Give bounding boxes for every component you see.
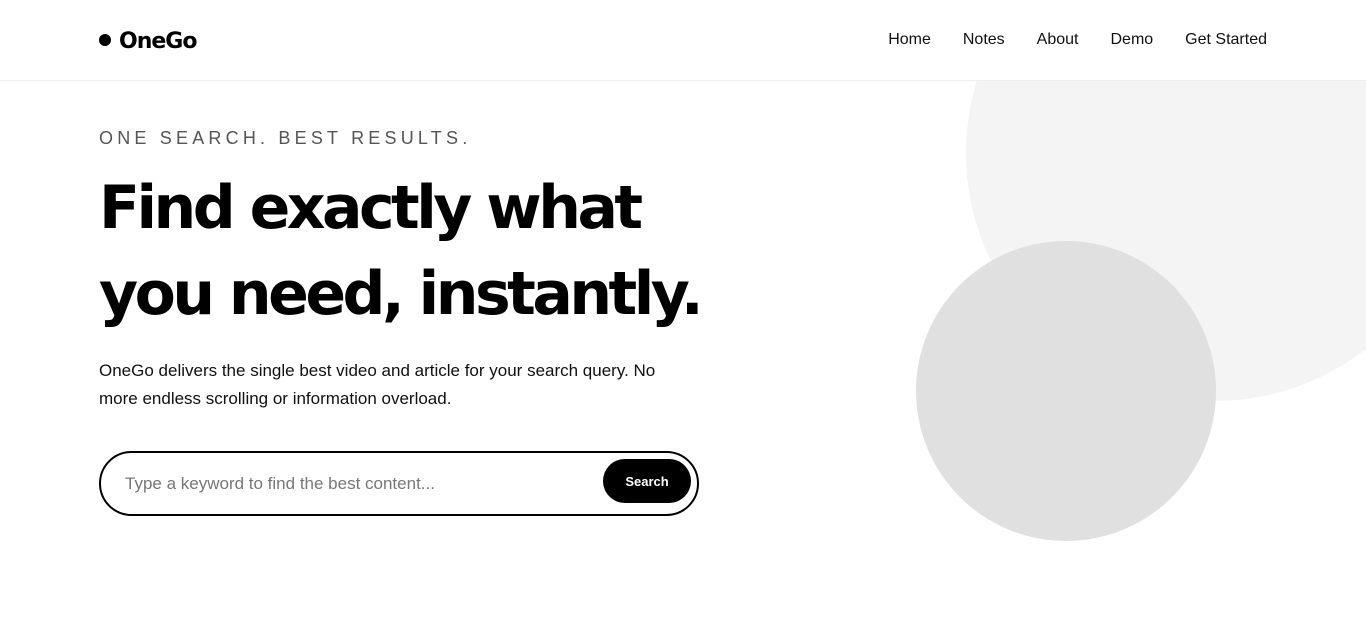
hero-headline: Find exactly what you need, instantly. <box>99 165 719 337</box>
nav-link-notes[interactable]: Notes <box>963 31 1005 49</box>
nav-link-demo[interactable]: Demo <box>1110 31 1153 49</box>
decorative-circle-small <box>916 241 1216 541</box>
logo-link[interactable]: OneGo <box>99 29 197 54</box>
hero-headline-line1: Find exactly what <box>99 173 643 243</box>
search-form: Search <box>99 451 699 516</box>
logo-dot-icon <box>99 34 111 46</box>
hero-section: ONE SEARCH. BEST RESULTS. Find exactly w… <box>99 128 719 413</box>
nav-link-about[interactable]: About <box>1037 31 1079 49</box>
hero-description: OneGo delivers the single best video and… <box>99 361 656 408</box>
page: OneGo Home Notes About Demo Get Started … <box>0 0 1366 641</box>
search-button[interactable]: Search <box>603 459 691 503</box>
hero-headline-line2: you need, instantly. <box>99 259 704 329</box>
logo-text: OneGo <box>119 29 197 54</box>
nav-link-get-started[interactable]: Get Started <box>1185 31 1267 49</box>
hero-tagline: ONE SEARCH. BEST RESULTS. <box>99 128 472 148</box>
search-input[interactable] <box>125 473 595 494</box>
main-nav: Home Notes About Demo Get Started <box>888 31 1267 49</box>
nav-link-home[interactable]: Home <box>888 31 931 49</box>
site-header: OneGo Home Notes About Demo Get Started <box>0 0 1366 81</box>
